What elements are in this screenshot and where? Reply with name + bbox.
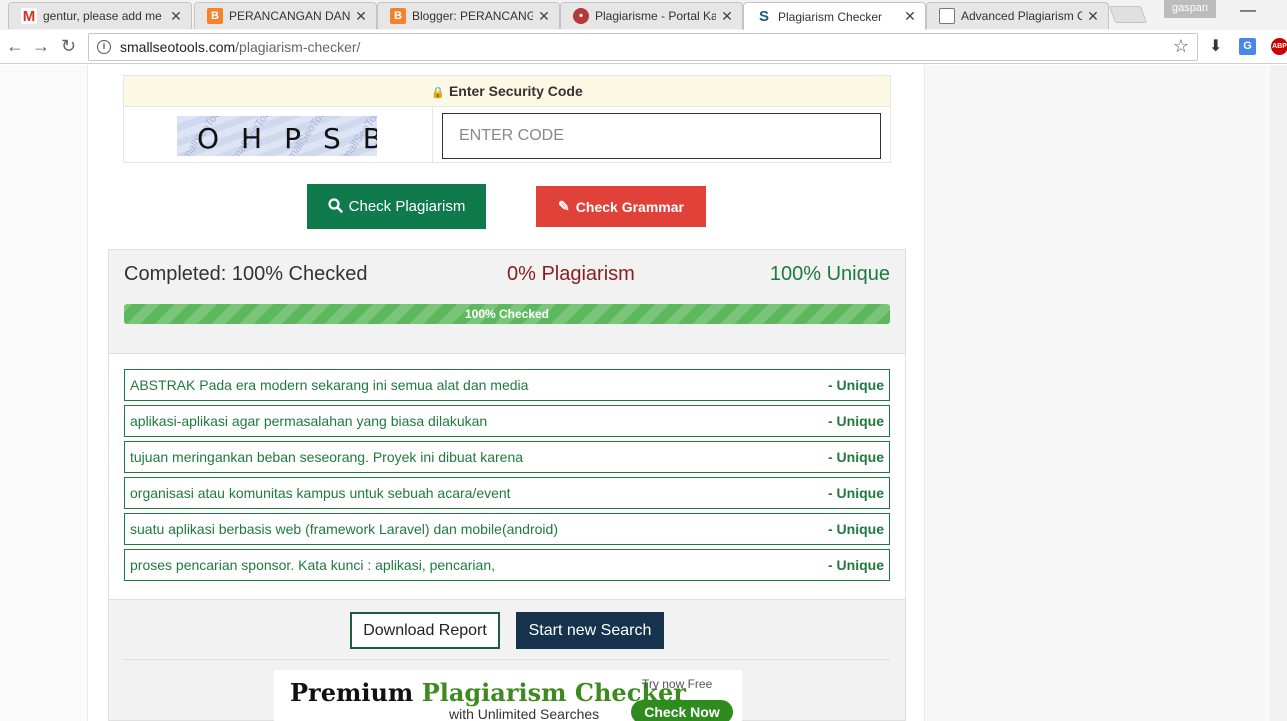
results-summary: Completed: 100% Checked 0% Plagiarism 10… (124, 263, 890, 287)
back-icon[interactable]: ← (6, 36, 24, 57)
captcha-divider (432, 107, 433, 163)
blogger-icon: B (390, 8, 406, 24)
sentence-row: ABSTRAK Pada era modern sekarang ini sem… (124, 369, 890, 401)
sentence-text: suatu aplikasi berbasis web (framework L… (130, 521, 558, 537)
completed-status: Completed: 100% Checked (124, 263, 368, 285)
divider (124, 659, 890, 660)
security-code-panel: 🔒 Enter Security Code smallSeoTools small… (123, 75, 891, 163)
sentence-row: tujuan meringankan beban seseorang. Proy… (124, 441, 890, 473)
sentence-status: - Unique (828, 485, 884, 501)
gmail-icon: M (21, 7, 37, 25)
check-plagiarism-button[interactable]: Check Plagiarism (307, 184, 486, 229)
close-tab-icon[interactable]: ✕ (903, 8, 917, 25)
sentence-status: - Unique (828, 377, 884, 393)
adblock-icon[interactable]: ABP (1271, 38, 1287, 55)
download-icon[interactable]: ⬇ (1209, 36, 1222, 56)
sentence-status: - Unique (828, 413, 884, 429)
security-code-input[interactable] (442, 113, 881, 159)
tab-title: Blogger: PERANCANGA (412, 9, 533, 23)
sentence-text: aplikasi-aplikasi agar permasalahan yang… (130, 413, 488, 429)
main-content: 🔒 Enter Security Code smallSeoTools small… (87, 65, 925, 721)
results-panel: Completed: 100% Checked 0% Plagiarism 10… (108, 249, 906, 721)
tab-advanced-plagiarism[interactable]: Advanced Plagiarism C ✕ (926, 2, 1109, 29)
page-scrollbar[interactable] (1270, 65, 1287, 721)
premium-banner[interactable]: Premium Plagiarism Checker with Unlimite… (274, 670, 742, 721)
search-icon (328, 197, 343, 216)
sentence-row: aplikasi-aplikasi agar permasalahan yang… (124, 405, 890, 437)
sentence-row: organisasi atau komunitas kampus untuk s… (124, 477, 890, 509)
close-tab-icon[interactable]: ✕ (1086, 8, 1100, 25)
unique-percent: 100% Unique (769, 263, 890, 285)
sentence-results-list: ABSTRAK Pada era modern sekarang ini sem… (109, 353, 905, 600)
browser-toolbar: ← → ↻ i smallseotools.com/plagiarism-che… (0, 30, 1287, 64)
pencil-icon: ✎ (558, 198, 570, 214)
sentence-status: - Unique (828, 521, 884, 537)
security-code-label: Enter Security Code (448, 83, 583, 99)
tab-plagiarism-checker[interactable]: S Plagiarism Checker ✕ (743, 2, 926, 30)
sentence-row: proses pencarian sponsor. Kata kunci : a… (124, 549, 890, 581)
address-bar[interactable]: i smallseotools.com/plagiarism-checker/ … (88, 33, 1198, 61)
right-sidebar (926, 65, 1266, 721)
captcha-image: smallSeoTools smallSeoTools smallSeoTool… (177, 116, 377, 156)
bookmark-star-icon[interactable]: ☆ (1173, 36, 1189, 57)
sentence-status: - Unique (828, 449, 884, 465)
lock-icon: 🔒 (431, 87, 445, 99)
sentence-text: ABSTRAK Pada era modern sekarang ini sem… (130, 377, 529, 393)
tab-title: Advanced Plagiarism C (961, 9, 1082, 23)
sentence-text: tujuan meringankan beban seseorang. Proy… (130, 449, 524, 465)
reload-icon[interactable]: ↻ (61, 36, 76, 57)
url-host: smallseotools.com (120, 39, 236, 55)
tab-strip: M gentur, please add me ✕ B PERANCANGAN … (0, 0, 1287, 30)
page-viewport: 🔒 Enter Security Code smallSeoTools small… (0, 65, 1287, 721)
sentence-status: - Unique (828, 557, 884, 573)
info-icon[interactable]: i (97, 40, 111, 54)
forward-icon[interactable]: → (32, 36, 50, 57)
start-new-search-button[interactable]: Start new Search (516, 612, 664, 649)
profile-button[interactable]: gaspan (1164, 0, 1216, 18)
document-icon (939, 8, 955, 24)
tab-title: gentur, please add me (43, 9, 162, 23)
tab-blogger[interactable]: B Blogger: PERANCANGA ✕ (377, 2, 560, 29)
sentence-text: organisasi atau komunitas kampus untuk s… (130, 485, 511, 501)
progress-fill: 100% Checked (124, 304, 890, 324)
smallseotools-icon: S (756, 8, 772, 25)
tab-title: Plagiarisme - Portal Ka (595, 9, 716, 23)
progress-bar: 100% Checked (124, 304, 890, 324)
tab-title: PERANCANGAN DAN (229, 9, 350, 23)
tab-perancangan[interactable]: B PERANCANGAN DAN ✕ (194, 2, 377, 29)
close-tab-icon[interactable]: ✕ (537, 8, 551, 25)
tab-plagiarisme-portal[interactable]: • Plagiarisme - Portal Ka ✕ (560, 2, 743, 29)
sentence-text: proses pencarian sponsor. Kata kunci : a… (130, 557, 495, 573)
tab-title: Plagiarism Checker (778, 9, 883, 24)
portal-icon: • (573, 8, 589, 24)
check-grammar-button[interactable]: ✎ Check Grammar (536, 186, 706, 227)
tab-gmail[interactable]: M gentur, please add me ✕ (8, 2, 192, 29)
close-tab-icon[interactable]: ✕ (169, 8, 183, 25)
progress-label: 100% Checked (464, 307, 550, 321)
translate-icon[interactable]: G (1239, 38, 1256, 55)
plagiarism-percent: 0% Plagiarism (507, 263, 635, 285)
blogger-icon: B (207, 8, 223, 24)
new-tab-button[interactable] (1108, 6, 1148, 23)
banner-title-start: Premium (290, 678, 414, 707)
banner-title: Premium Plagiarism Checker (290, 678, 686, 707)
banner-try-text: Try now Free (642, 677, 713, 691)
minimize-icon[interactable]: — (1240, 2, 1256, 20)
check-now-button[interactable]: Check Now (631, 700, 733, 721)
check-grammar-label: Check Grammar (575, 198, 684, 215)
captcha-code-text: OHPSB (197, 122, 377, 155)
banner-subtitle: with Unlimited Searches (449, 706, 600, 721)
close-tab-icon[interactable]: ✕ (720, 8, 734, 25)
security-code-heading: 🔒 Enter Security Code (124, 76, 890, 107)
close-tab-icon[interactable]: ✕ (354, 8, 368, 25)
check-plagiarism-label: Check Plagiarism (348, 198, 466, 215)
url-path: /plagiarism-checker/ (235, 39, 361, 55)
sentence-row: suatu aplikasi berbasis web (framework L… (124, 513, 890, 545)
download-report-button[interactable]: Download Report (350, 612, 500, 649)
